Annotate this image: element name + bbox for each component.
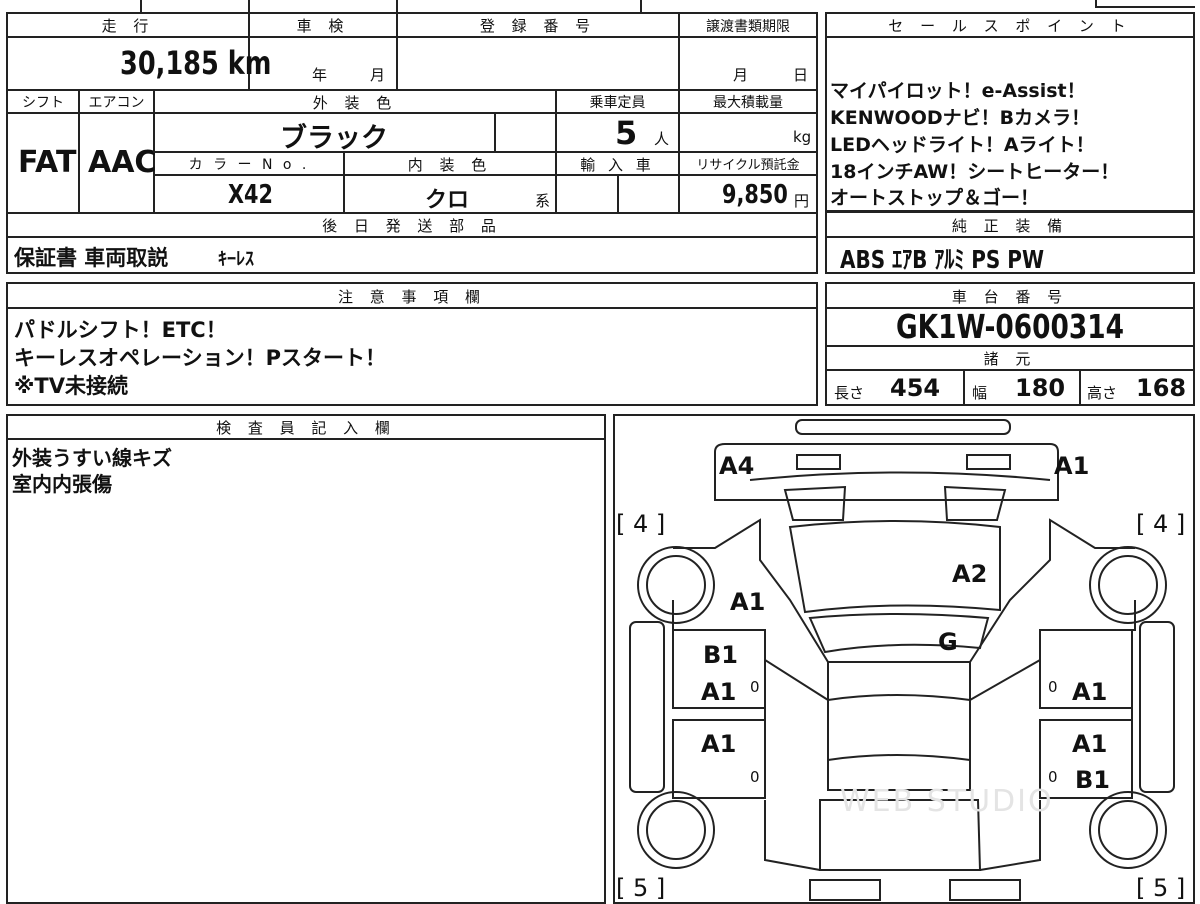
sales-point-line: LEDヘッドライト！Aライト！ <box>830 134 1095 156</box>
max-load-unit: kg <box>793 128 812 146</box>
length-label: 長さ <box>834 384 865 402</box>
col-divider <box>1079 369 1081 406</box>
inspection-label: 車 検 <box>296 17 350 35</box>
dimensions-label: 諸 元 <box>983 350 1037 368</box>
damage-mark-a1: A1 <box>1054 452 1090 480</box>
bracket-mark: [ 4 ] <box>1136 510 1186 538</box>
sales-point-line: オートストップ＆ゴー！ <box>830 187 1040 209</box>
row-divider <box>6 307 818 309</box>
color-no-value: X42 <box>228 180 273 210</box>
mileage-label: 走 行 <box>101 17 155 35</box>
sales-points-label: セ ー ル ス ポ イ ン ト <box>888 17 1132 35</box>
inspector-label: 検 査 員 記 入 欄 <box>216 419 396 437</box>
height-value: 168 <box>1136 374 1187 402</box>
damage-mark-a2: A2 <box>952 560 988 588</box>
shift-label: シフト <box>22 95 64 111</box>
interior-color-value: クロ <box>425 188 470 213</box>
chassis-value: GK1W-0600314 <box>896 307 1124 346</box>
row-divider <box>825 369 1195 371</box>
row-divider <box>825 236 1195 238</box>
col-divider <box>617 174 619 213</box>
notes-line: パドルシフト！ETC！ <box>14 318 227 342</box>
width-label: 幅 <box>972 384 988 402</box>
ac-label: エアコン <box>88 95 145 111</box>
transfer-deadline-label: 譲渡書類期限 <box>706 19 790 35</box>
row-divider <box>825 36 1195 38</box>
later-parts-label: 後 日 発 送 部 品 <box>322 217 502 235</box>
capacity-value: 5 <box>615 114 638 152</box>
damage-mark-a1: A1 <box>1072 730 1108 758</box>
exterior-color-label: 外 装 色 <box>312 94 398 112</box>
row-divider <box>153 151 818 153</box>
inspector-line: 外装うすい線キズ <box>12 446 172 470</box>
notes-line: キーレスオペレーション！Pスタート！ <box>14 346 386 370</box>
notes-line: ※TV未接続 <box>14 374 128 398</box>
recycle-label: リサイクル預託金 <box>696 158 800 173</box>
col-divider <box>494 112 496 152</box>
zero-mark: 0 <box>750 768 760 786</box>
top-strip-line <box>640 0 642 12</box>
standard-equipment-value: ABS ｴｱB ｱﾙﾐ PS PW <box>840 245 1045 274</box>
bracket-mark: [ 5 ] <box>616 874 666 902</box>
damage-mark-a1: A1 <box>701 678 737 706</box>
watermark: WEB STUDIO <box>840 784 1054 819</box>
interior-color-suffix: 系 <box>535 192 551 210</box>
damage-mark-g: G <box>938 628 958 656</box>
row-divider <box>6 438 606 440</box>
sales-point-line: 18インチAW！シートヒーター！ <box>830 161 1120 183</box>
row-divider <box>6 236 818 238</box>
damage-mark-a4: A4 <box>719 452 755 480</box>
recycle-value: 9,850 <box>722 180 788 210</box>
sales-point-line: マイパイロット！e-Assist！ <box>830 80 1086 102</box>
top-strip-line <box>248 0 250 12</box>
interior-color-label: 内 装 色 <box>407 156 493 174</box>
import-label: 輸 入 車 <box>580 156 655 174</box>
car-damage-diagram <box>629 419 1175 901</box>
exterior-color-value: ブラック <box>280 123 388 154</box>
damage-mark-a1: A1 <box>701 730 737 758</box>
damage-mark-a1: A1 <box>1072 678 1108 706</box>
chassis-label: 車 台 番 号 <box>951 288 1069 306</box>
bracket-mark: [ 4 ] <box>616 510 666 538</box>
row-divider <box>6 89 818 91</box>
bracket-mark: [ 5 ] <box>1136 874 1186 902</box>
shift-value: FAT <box>18 145 77 180</box>
later-parts-extra: ｷｰﾚｽ <box>218 249 254 270</box>
inspection-year-unit: 年 <box>312 66 328 84</box>
standard-equipment-label: 純 正 装 備 <box>951 217 1069 235</box>
damage-mark-b1: B1 <box>703 641 738 669</box>
damage-mark-a1: A1 <box>730 588 766 616</box>
col-divider <box>963 369 965 406</box>
ac-value: AAC <box>88 145 157 180</box>
inspector-line: 室内内張傷 <box>12 472 112 496</box>
capacity-label: 乗車定員 <box>589 95 646 111</box>
registration-label: 登 録 番 号 <box>479 17 597 35</box>
zero-mark: 0 <box>750 678 760 696</box>
width-value: 180 <box>1015 374 1066 402</box>
top-strip-line <box>396 0 398 12</box>
notes-label: 注 意 事 項 欄 <box>337 288 487 306</box>
inspection-month-unit: 月 <box>370 66 386 84</box>
damage-mark-b1: B1 <box>1075 766 1110 794</box>
recycle-unit: 円 <box>794 192 810 210</box>
length-value: 454 <box>890 374 941 402</box>
sales-point-line: KENWOODナビ！Bカメラ！ <box>830 107 1091 129</box>
max-load-label: 最大積載量 <box>713 95 783 111</box>
mileage-value: 30,185 km <box>120 44 272 82</box>
transfer-day-unit: 日 <box>793 66 809 84</box>
top-strip-line <box>1095 6 1195 8</box>
transfer-month-unit: 月 <box>733 66 749 84</box>
height-label: 高さ <box>1087 384 1118 402</box>
top-strip-line <box>140 0 142 12</box>
later-parts-value: 保証書 車両取説 <box>14 246 169 270</box>
zero-mark: 0 <box>1048 678 1058 696</box>
capacity-unit: 人 <box>654 130 670 148</box>
color-no-label: カ ラ ー N o . <box>188 157 310 173</box>
row-divider <box>6 36 818 38</box>
row-divider <box>6 212 818 214</box>
